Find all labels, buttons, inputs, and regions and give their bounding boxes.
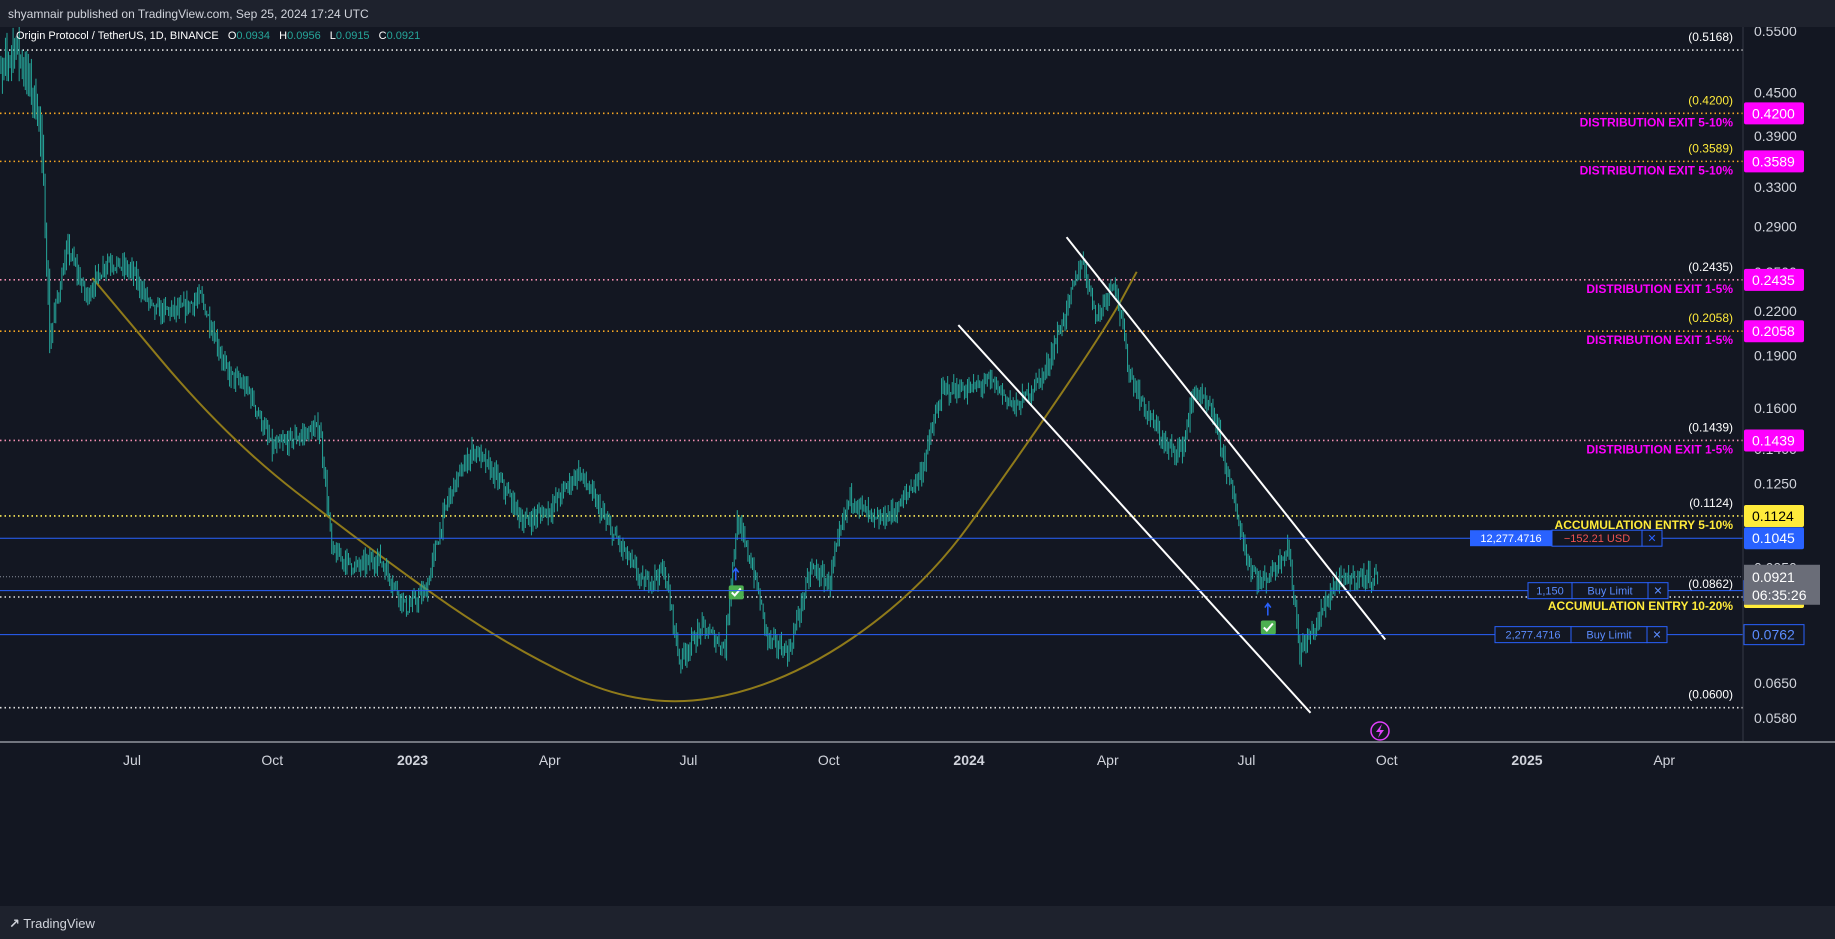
rounding-bottom-curve [91, 271, 1138, 703]
level-axis-tag: 0.2058 [1744, 320, 1804, 343]
time-tick-label: Jul [123, 752, 141, 768]
time-tick-label: 2025 [1511, 752, 1542, 768]
level-note: DISTRIBUTION EXIT 1-5% [1586, 282, 1733, 296]
price-axis[interactable]: 0.55000.45000.39000.33000.29000.25000.22… [1742, 27, 1835, 906]
level-price-label: (0.2435) [1688, 260, 1733, 274]
publish-info: shyamnair published on TradingView.com, … [8, 7, 369, 21]
svg-text:Origin Protocol / TetherUS, 1D: Origin Protocol / TetherUS, 1D, BINANCE … [16, 30, 420, 42]
symbol-legend: Origin Protocol / TetherUS, 1D, BINANCE … [16, 30, 420, 42]
price-tick-label: 0.3300 [1754, 179, 1797, 195]
level-axis-tag: 0.3589 [1744, 150, 1804, 173]
tag-label: 0.4200 [1752, 105, 1795, 121]
price-tick-label: 0.2200 [1754, 303, 1797, 319]
time-tick-label: Oct [818, 752, 840, 768]
tag-label: 0.2058 [1752, 323, 1795, 339]
qty-label: 2,277.4716 [1505, 630, 1560, 642]
time-tick-label: Oct [1376, 752, 1398, 768]
time-tick-label: Apr [539, 752, 561, 768]
level-price-label: (0.5168) [1688, 30, 1733, 44]
level-price-label: (0.0862) [1688, 577, 1733, 591]
arrow-up-icon [1264, 602, 1272, 616]
tag-label: 0.1045 [1752, 530, 1795, 546]
price-tick-label: 0.4500 [1754, 84, 1797, 100]
level-price-label: (0.1124) [1689, 496, 1733, 510]
price-tick-label: 0.2900 [1754, 218, 1797, 234]
level-note: DISTRIBUTION EXIT 5-10% [1580, 115, 1734, 129]
position-axis-tag: 0.1045 [1744, 527, 1804, 550]
close-label: C [379, 30, 387, 42]
trendline-1[interactable] [1065, 236, 1386, 641]
time-tick-label: 2023 [397, 752, 428, 768]
qty-label: 12,277.4716 [1480, 533, 1541, 545]
info-label: −152.21 USD [1564, 533, 1630, 545]
open-value: 0.0934 [236, 30, 270, 42]
price-tick-label: 0.1600 [1754, 400, 1797, 416]
time-tick-label: Apr [1097, 752, 1119, 768]
price-chart[interactable]: (0.5168) (0.4200) DISTRIBUTION EXIT 5-10% (… [0, 27, 1835, 906]
footer-bar: ↗ TradingView [0, 906, 1835, 939]
price-tick-label: 0.1900 [1754, 348, 1797, 364]
time-axis[interactable]: Jul Oct 2023 Apr Jul Oct 2024 Apr Jul Oct 2025 Apr [0, 741, 1835, 768]
horizontal-levels [0, 49, 1743, 709]
price-tick-label: 0.5500 [1754, 27, 1797, 39]
arrow-up-icon [732, 567, 740, 581]
publish-bar: shyamnair published on TradingView.com, … [0, 0, 1835, 27]
countdown-label: 06:35:26 [1752, 587, 1807, 603]
time-tick-label: Apr [1653, 752, 1675, 768]
order-axis-tag: 0.0762 [1743, 624, 1805, 646]
trendlines[interactable] [957, 236, 1386, 714]
order-lines[interactable]: 12,277.4716 −152.21 USD ✕1,150 Buy Limit ✕2,… [0, 529, 1743, 644]
trendline-0[interactable] [957, 324, 1312, 714]
time-tick-label: 2024 [953, 752, 984, 768]
level-axis-tag: 0.1439 [1744, 429, 1804, 452]
low-value: 0.0915 [336, 30, 370, 42]
tradingview-logo[interactable]: ↗ TradingView [9, 916, 95, 932]
high-label: H [279, 30, 287, 42]
level-note: DISTRIBUTION EXIT 5-10% [1580, 163, 1734, 177]
level-price-label: (0.2058) [1688, 311, 1733, 325]
order-type-label: Buy Limit [1587, 586, 1632, 598]
level-price-label: (0.4200) [1688, 93, 1733, 107]
close-icon[interactable]: ✕ [1652, 630, 1661, 642]
tv-logo-icon: ↗ [9, 916, 20, 931]
level-note: DISTRIBUTION EXIT 1-5% [1586, 333, 1733, 347]
time-tick-label: Oct [261, 752, 283, 768]
curve-path [91, 271, 1138, 703]
price-tick-label: 0.0650 [1754, 675, 1797, 691]
tag-label: 0.0762 [1752, 627, 1795, 643]
buy-check-icon [1260, 602, 1276, 635]
close-icon[interactable]: ✕ [1653, 586, 1662, 598]
close-value: 0.0921 [387, 30, 421, 42]
level-axis-tag: 0.1124 [1744, 504, 1804, 527]
qty-label: 1,150 [1536, 586, 1564, 598]
symbol-title: Origin Protocol / TetherUS, 1D, BINANCE [16, 30, 219, 42]
level-labels: (0.5168) (0.4200) DISTRIBUTION EXIT 5-10% (… [1548, 30, 1733, 702]
current-price-label: 0.0921 [1752, 569, 1795, 585]
level-price-label: (0.1439) [1688, 420, 1733, 434]
order-box-0[interactable]: 1,150 Buy Limit ✕ [1527, 582, 1669, 600]
level-axis-tag: 0.4200 [1744, 102, 1804, 125]
position-box[interactable]: 12,277.4716 −152.21 USD ✕ [1470, 529, 1663, 547]
time-tick-label: Jul [1238, 752, 1256, 768]
tag-label: 0.3589 [1752, 153, 1795, 169]
level-axis-tag: 0.2435 [1744, 268, 1804, 291]
level-price-label: (0.3589) [1688, 141, 1733, 155]
current-price-tag: 0.0921 06:35:26 [1744, 564, 1820, 605]
level-note: DISTRIBUTION EXIT 1-5% [1586, 442, 1733, 456]
tag-label: 0.1124 [1752, 508, 1794, 524]
brand-name: TradingView [23, 916, 95, 931]
price-tick-label: 0.3900 [1754, 128, 1797, 144]
level-note: ACCUMULATION ENTRY 10-20% [1548, 599, 1733, 613]
level-price-label: (0.0600) [1688, 688, 1733, 702]
high-value: 0.0956 [287, 30, 321, 42]
close-icon[interactable]: ✕ [1647, 533, 1656, 545]
tag-label: 0.2435 [1752, 272, 1795, 288]
time-tick-label: Jul [680, 752, 698, 768]
price-tick-label: 0.1250 [1754, 475, 1797, 491]
bolt-icon[interactable] [1370, 721, 1390, 741]
tag-label: 0.1439 [1752, 432, 1795, 448]
order-type-label: Buy Limit [1586, 630, 1631, 642]
price-tick-label: 0.0580 [1754, 710, 1797, 726]
order-box-1[interactable]: 2,277.4716 Buy Limit ✕ [1494, 626, 1668, 644]
